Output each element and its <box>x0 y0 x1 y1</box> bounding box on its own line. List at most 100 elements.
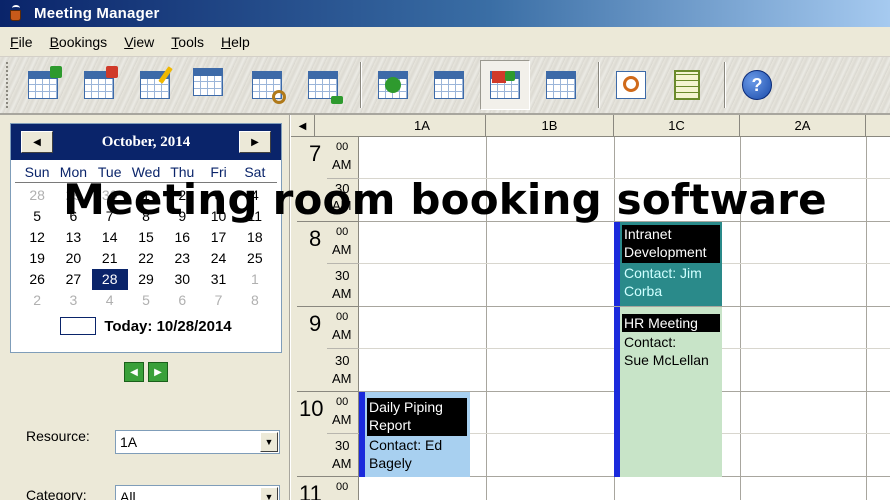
hour-ampm: AM <box>332 327 352 342</box>
resource-select[interactable]: 1A ▼ <box>115 430 280 454</box>
overlay-caption: Meeting room booking software <box>63 175 827 224</box>
toolbar-grip[interactable] <box>6 62 10 108</box>
toolbar-separator <box>360 62 362 108</box>
appointment-contact-line: Corba <box>624 283 663 299</box>
calendar-day[interactable]: 27 <box>55 269 91 290</box>
hour-minutes: 00 <box>336 396 349 408</box>
export-booking-button[interactable] <box>298 60 348 110</box>
copy-booking-button[interactable] <box>186 60 236 110</box>
column-header-1c[interactable]: 1C <box>614 115 740 137</box>
calendar-day[interactable]: 29 <box>128 269 164 290</box>
half-hour-ampm: AM <box>332 456 352 471</box>
mini-calendar: ◀ October, 2014 ▶ Sun Mon Tue Wed Thu Fr… <box>10 123 282 353</box>
calendar-day[interactable]: 18 <box>237 227 273 248</box>
column-header-2a[interactable]: 2A <box>740 115 866 137</box>
calendar-day[interactable]: 19 <box>19 248 55 269</box>
window-title: Meeting Manager <box>34 5 160 22</box>
column-header-1a[interactable]: 1A <box>359 115 486 137</box>
calendar-day[interactable]: 30 <box>164 269 200 290</box>
schedule-grid[interactable]: ◀ 1A 1B 1C 2A 7 00 AM 30 AM 8 00 AM 30 A… <box>291 115 890 500</box>
calendar-day[interactable]: 5 <box>128 290 164 311</box>
today-row[interactable]: Today: 10/28/2014 <box>11 317 281 335</box>
title-bar: Meeting Manager <box>0 0 890 27</box>
calendar-day[interactable]: 31 <box>200 269 236 290</box>
calendar-day[interactable]: 16 <box>164 227 200 248</box>
today-label[interactable]: Today: 10/28/2014 <box>104 318 231 335</box>
calendar-day[interactable]: 12 <box>19 227 55 248</box>
color-categories-button[interactable] <box>480 60 530 110</box>
appointment-contact-line: Contact: Ed <box>369 437 443 453</box>
appointment-title-line: Daily Piping <box>369 399 443 415</box>
left-panel: ◀ October, 2014 ▶ Sun Mon Tue Wed Thu Fr… <box>0 115 290 500</box>
hour-minutes: 00 <box>336 481 349 493</box>
prev-month-button[interactable]: ◀ <box>21 131 53 153</box>
week-view-button[interactable] <box>424 60 474 110</box>
appointment-daily-piping-report[interactable]: Daily Piping Report Contact: Ed Bagely <box>359 392 470 477</box>
menu-help[interactable]: Help <box>221 34 250 50</box>
calendar-day[interactable]: 7 <box>200 290 236 311</box>
coffee-cup-icon <box>8 4 26 23</box>
calendar-day[interactable]: 3 <box>55 290 91 311</box>
calendar-day[interactable]: 26 <box>19 269 55 290</box>
calendar-day[interactable]: 4 <box>92 290 128 311</box>
calendar-day[interactable]: 15 <box>128 227 164 248</box>
category-value: All <box>120 489 136 500</box>
next-resource-button[interactable]: ▶ <box>148 362 168 382</box>
menu-tools[interactable]: Tools <box>171 34 204 50</box>
calendar-day[interactable]: 23 <box>164 248 200 269</box>
help-button[interactable]: ? <box>732 60 782 110</box>
half-hour-label: 30 <box>335 268 350 283</box>
calendar-day[interactable]: 14 <box>92 227 128 248</box>
new-booking-button[interactable] <box>18 60 68 110</box>
chevron-down-icon[interactable]: ▼ <box>260 487 278 500</box>
column-header-1b[interactable]: 1B <box>486 115 614 137</box>
hour-ampm: AM <box>332 157 352 172</box>
half-hour-label: 30 <box>335 438 350 453</box>
hour-label: 9 <box>309 311 322 336</box>
appointment-contact: Contact: Jim Corba <box>622 264 704 300</box>
prev-resource-button[interactable]: ◀ <box>124 362 144 382</box>
calendar-day[interactable]: 13 <box>55 227 91 248</box>
delete-booking-button[interactable] <box>74 60 124 110</box>
print-preview-button[interactable] <box>606 60 656 110</box>
menu-bookings[interactable]: Bookings <box>50 34 108 50</box>
next-month-button[interactable]: ▶ <box>238 131 271 153</box>
appointment-hr-meeting[interactable]: HR Meeting Contact: Sue McLellan <box>614 307 722 477</box>
category-select[interactable]: All ▼ <box>115 485 280 500</box>
menu-file[interactable]: File <box>10 34 33 50</box>
category-label: Category: <box>26 487 87 500</box>
calendar-day[interactable]: 2 <box>19 290 55 311</box>
menu-view[interactable]: View <box>124 34 154 50</box>
export-booking-icon <box>308 71 338 99</box>
calendar-day[interactable]: 6 <box>164 290 200 311</box>
calendar-day[interactable]: 20 <box>55 248 91 269</box>
hour-minutes: 00 <box>336 141 349 153</box>
find-booking-button[interactable] <box>242 60 292 110</box>
half-hour-label: 30 <box>335 353 350 368</box>
calendar-day[interactable]: 17 <box>200 227 236 248</box>
calendar-day[interactable]: 1 <box>237 269 273 290</box>
month-view-button[interactable] <box>536 60 586 110</box>
scroll-left-button[interactable]: ◀ <box>291 115 315 137</box>
edit-booking-button[interactable] <box>130 60 180 110</box>
calendar-day[interactable]: 24 <box>200 248 236 269</box>
calendar-day[interactable]: 21 <box>92 248 128 269</box>
appointment-contact-line: Sue McLellan <box>624 352 709 368</box>
resource-value: 1A <box>120 434 138 450</box>
hour-minutes: 00 <box>336 311 349 323</box>
half-hour-ampm: AM <box>332 371 352 386</box>
appointment-intranet-development[interactable]: Intranet Development Contact: Jim Corba <box>614 222 722 306</box>
calendar-day[interactable]: 8 <box>237 290 273 311</box>
calendar-day[interactable]: 22 <box>128 248 164 269</box>
month-view-icon <box>546 71 576 99</box>
appointment-contact: Contact: Sue McLellan <box>622 333 711 369</box>
hour-minutes: 00 <box>336 226 349 238</box>
notes-button[interactable] <box>662 60 712 110</box>
week-view-icon <box>434 71 464 99</box>
calendar-day[interactable]: 25 <box>237 248 273 269</box>
hour-label: 8 <box>309 226 322 251</box>
refresh-button[interactable] <box>368 60 418 110</box>
calendar-day-selected[interactable]: 28 <box>91 269 128 290</box>
chevron-down-icon[interactable]: ▼ <box>260 432 278 452</box>
resource-label: Resource: <box>26 428 90 444</box>
